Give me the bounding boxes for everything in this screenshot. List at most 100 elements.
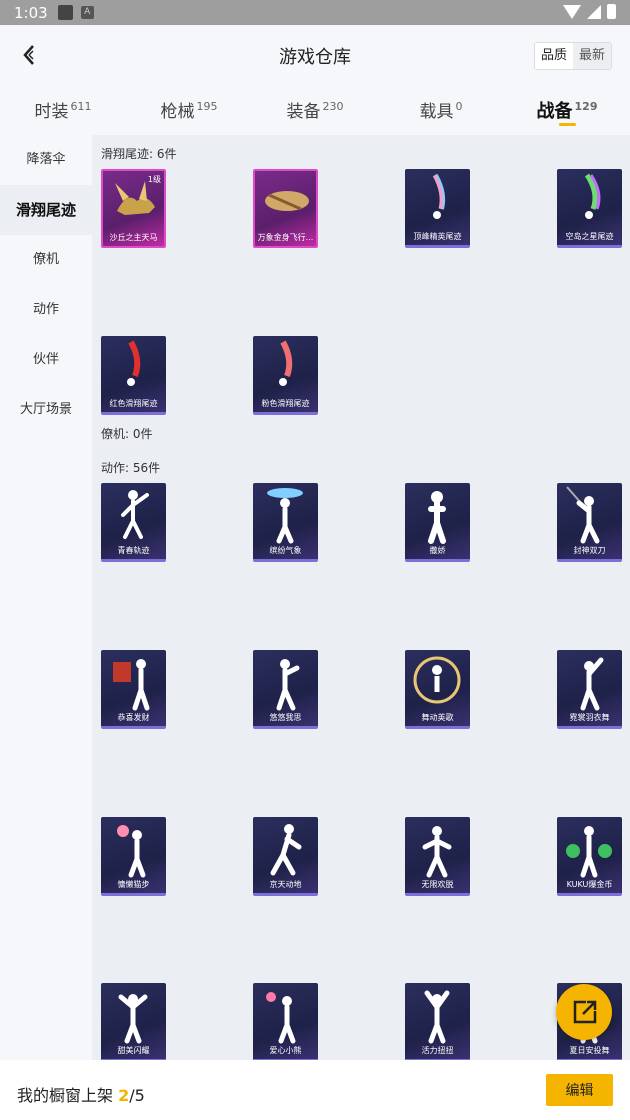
dancer-icon — [267, 488, 303, 544]
item-card[interactable]: 缤纷气象 — [253, 483, 318, 562]
sidebar-item-glide-trail[interactable]: 滑翔尾迹 — [0, 185, 92, 235]
share-external-icon — [573, 1000, 597, 1024]
item-name: 舞动英歌 — [421, 713, 454, 722]
item-card[interactable]: 顶峰精英尾迹 — [405, 169, 470, 248]
dancer-icon — [276, 659, 300, 711]
item-card[interactable]: 封神双刀 — [557, 483, 622, 562]
item-name: 京天动地 — [269, 880, 302, 889]
dancer-icon — [113, 659, 150, 711]
dancer-icon — [428, 491, 446, 544]
status-bar: 1:03 A — [0, 0, 630, 25]
item-card[interactable]: 恭喜发财 — [101, 650, 166, 729]
item-name: 慵懒猫步 — [117, 880, 150, 889]
dancer-icon — [566, 826, 612, 878]
trail-icon — [127, 340, 141, 386]
header: 游戏仓库 品质 最新 — [0, 25, 630, 87]
section-title-wingman: 僚机: 0件 — [101, 427, 153, 441]
item-card[interactable]: 悠悠我思 — [253, 650, 318, 729]
item-name: 爱心小熊 — [269, 1046, 302, 1055]
sidebar-item-lobby-scene[interactable]: 大厅场景 — [0, 385, 92, 435]
item-card[interactable]: 粉色滑翔尾迹 — [253, 336, 318, 415]
wifi-icon — [563, 4, 581, 19]
item-name: 缤纷气象 — [269, 546, 302, 555]
dancer-icon — [413, 656, 461, 704]
status-time: 1:03 — [14, 3, 48, 22]
edit-button[interactable]: 编辑 — [546, 1074, 613, 1106]
dancer-icon — [424, 990, 450, 1044]
item-card[interactable]: 京天动地 — [253, 817, 318, 896]
item-name: 空岛之星尾迹 — [565, 232, 614, 241]
item-card[interactable]: 甜美闪耀 — [101, 983, 166, 1060]
sidebar-item-wingman[interactable]: 僚机 — [0, 235, 92, 285]
sidebar-item-parachute[interactable]: 降落伞 — [0, 135, 92, 185]
tab-fashion[interactable]: 时装 611 — [0, 87, 126, 135]
sidebar-item-emote[interactable]: 动作 — [0, 285, 92, 335]
item-card[interactable]: 1级 沙丘之主天马 — [101, 169, 166, 248]
trail-icon — [584, 173, 601, 219]
item-card[interactable]: 无限欢脱 — [405, 817, 470, 896]
share-fab-button[interactable] — [556, 984, 612, 1040]
app-notification-icon: A — [80, 6, 94, 19]
item-name: 夏日安投舞 — [569, 1046, 610, 1055]
item-card[interactable]: 空岛之星尾迹 — [557, 169, 622, 248]
sidebar: 降落伞 滑翔尾迹 僚机 动作 伙伴 大厅场景 — [0, 135, 92, 1060]
dancer-icon — [121, 490, 149, 539]
item-card[interactable]: 青春轨迹 — [101, 483, 166, 562]
tab-equipment[interactable]: 装备 230 — [252, 87, 378, 135]
golden-glider-icon — [265, 191, 309, 211]
item-name: 悠悠我思 — [269, 713, 302, 722]
item-name: 撒娇 — [429, 546, 446, 555]
section-title-trail: 滑翔尾迹: 6件 — [101, 147, 177, 161]
dancer-icon — [117, 825, 146, 878]
item-card[interactable]: 活力扭扭 — [405, 983, 470, 1060]
item-card[interactable]: KUKU爆金币 — [557, 817, 622, 896]
sort-newest-button[interactable]: 最新 — [572, 43, 611, 69]
section-title-emote: 动作: 56件 — [101, 461, 161, 475]
item-name: KUKU爆金币 — [566, 880, 613, 889]
dancer-icon — [270, 824, 302, 876]
trail-icon — [279, 340, 293, 386]
item-name: 顶峰精英尾迹 — [413, 232, 462, 241]
tab-battle-prep[interactable]: 战备 129 — [504, 87, 630, 135]
item-name: 粉色滑翔尾迹 — [261, 399, 310, 408]
item-name: 霓裳羽衣舞 — [569, 713, 610, 722]
item-name: 恭喜发财 — [117, 713, 150, 722]
item-card[interactable]: 万象金身飞行... — [253, 169, 318, 248]
item-name: 青春轨迹 — [117, 546, 150, 555]
battery-icon — [607, 4, 616, 19]
item-grid: 滑翔尾迹: 6件 1级 沙丘之主天马 万象金身飞行... 顶峰精英尾迹 空岛之星… — [92, 135, 630, 1060]
item-card[interactable]: 撒娇 — [405, 483, 470, 562]
item-card[interactable]: 舞动英歌 — [405, 650, 470, 729]
dancer-icon — [422, 826, 452, 878]
dancer-icon — [566, 486, 600, 544]
item-card[interactable]: 霓裳羽衣舞 — [557, 650, 622, 729]
trail-icon — [432, 173, 446, 219]
item-name: 红色滑翔尾迹 — [109, 399, 158, 408]
dancer-icon — [580, 657, 604, 711]
category-tabs: 时装 611 枪械 195 装备 230 载具 0 战备 129 — [0, 87, 630, 135]
sort-quality-button[interactable]: 品质 — [534, 43, 573, 69]
item-card[interactable]: 红色滑翔尾迹 — [101, 336, 166, 415]
level-badge: 1级 — [147, 175, 161, 184]
item-card[interactable]: 慵懒猫步 — [101, 817, 166, 896]
tab-guns[interactable]: 枪械 195 — [126, 87, 252, 135]
dancer-icon — [266, 992, 296, 1044]
showcase-label: 我的橱窗上架 — [17, 1086, 119, 1105]
active-tab-indicator — [559, 123, 576, 126]
showcase-counter: 我的橱窗上架 2/5 — [17, 1082, 145, 1106]
sidebar-item-companion[interactable]: 伙伴 — [0, 335, 92, 385]
sort-toggle: 品质 最新 — [533, 42, 612, 70]
dancer-icon — [118, 994, 148, 1044]
item-name: 万象金身飞行... — [257, 233, 314, 242]
signal-icon — [587, 4, 601, 19]
bottom-bar: 我的橱窗上架 2/5 编辑 — [0, 1060, 630, 1120]
item-name: 沙丘之主天马 — [109, 233, 158, 242]
tab-vehicles[interactable]: 载具 0 — [378, 87, 504, 135]
showcase-shown-count: 2 — [118, 1086, 130, 1105]
showcase-total-count: 5 — [134, 1086, 145, 1105]
item-name: 甜美闪耀 — [117, 1046, 150, 1055]
item-card[interactable]: 爱心小熊 — [253, 983, 318, 1060]
notification-icon — [57, 5, 73, 20]
item-name: 活力扭扭 — [421, 1046, 454, 1055]
item-name: 封神双刀 — [573, 546, 606, 555]
